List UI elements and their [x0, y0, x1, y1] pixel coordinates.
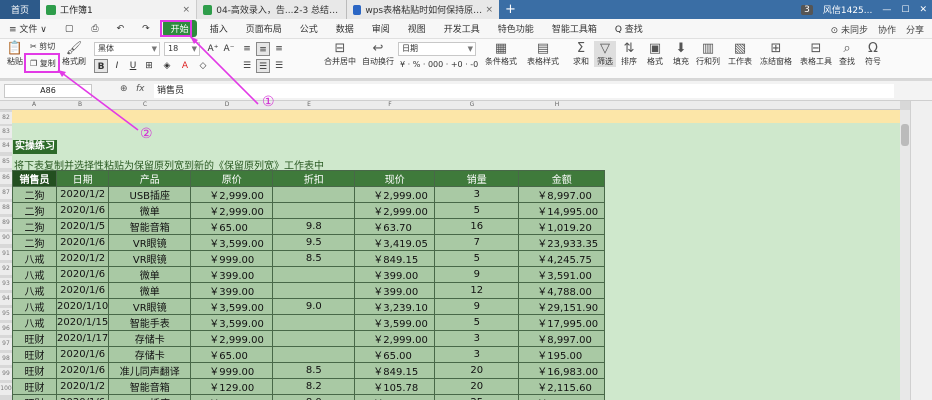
annotation-number-two: ②: [140, 126, 153, 142]
annotation-number-one: ①: [262, 94, 275, 110]
annotation-arrows: [57, 35, 259, 131]
